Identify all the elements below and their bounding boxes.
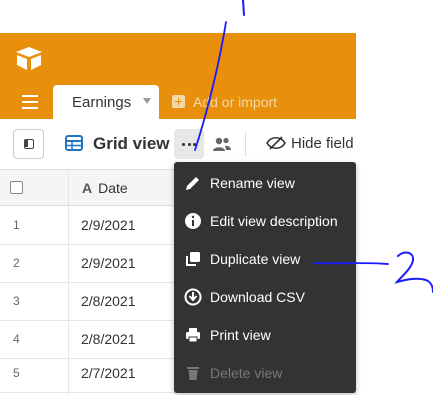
menu-item-label: Print view — [210, 327, 271, 343]
view-menu-button[interactable] — [174, 129, 204, 159]
column-header-label: Date — [98, 180, 128, 196]
app-logo-icon[interactable] — [14, 45, 44, 71]
row-number: 5 — [13, 366, 20, 380]
collaborators-icon[interactable] — [212, 136, 232, 152]
text-field-icon: A — [82, 180, 93, 196]
plus-icon — [172, 95, 185, 108]
row-number: 3 — [13, 294, 20, 308]
tab-earnings[interactable]: Earnings — [53, 85, 159, 119]
menu-item-label: Duplicate view — [210, 251, 301, 267]
menu-item-label: Download CSV — [210, 289, 305, 305]
toolbar-divider — [245, 132, 246, 156]
date-cell[interactable]: 2/7/2021 — [81, 365, 136, 381]
duplicate-icon — [186, 252, 200, 266]
menu-item-duplicate-view[interactable]: Duplicate view — [174, 240, 356, 278]
row-number: 4 — [13, 332, 20, 346]
table-list-menu-icon[interactable] — [22, 95, 38, 109]
menu-item-print-view[interactable]: Print view — [174, 316, 356, 354]
dot — [182, 143, 185, 146]
add-or-import-button[interactable]: Add or import — [172, 94, 277, 110]
date-cell[interactable]: 2/8/2021 — [81, 293, 136, 309]
date-cell[interactable]: 2/9/2021 — [81, 217, 136, 233]
add-or-import-label: Add or import — [193, 94, 278, 110]
dot — [187, 143, 191, 146]
menu-item-rename-view[interactable]: Rename view — [174, 164, 356, 202]
column-divider — [68, 170, 69, 395]
hide-fields-label: Hide field — [291, 135, 354, 152]
select-all-checkbox[interactable] — [10, 181, 23, 194]
grid-view-icon — [65, 135, 83, 151]
row-number: 2 — [13, 256, 20, 270]
sidebar-toggle-button[interactable] — [13, 129, 44, 159]
view-name[interactable]: Grid view — [93, 134, 170, 154]
download-icon — [184, 288, 202, 306]
menu-item-label: Edit view description — [210, 213, 338, 229]
column-header-date[interactable]: A Date — [82, 180, 128, 196]
dot — [193, 143, 196, 146]
menu-item-edit-view-description[interactable]: Edit view description — [174, 202, 356, 240]
menu-item-label: Delete view — [210, 365, 283, 381]
date-cell[interactable]: 2/8/2021 — [81, 331, 136, 347]
date-cell[interactable]: 2/9/2021 — [81, 255, 136, 271]
tab-earnings-label: Earnings — [72, 94, 132, 111]
menu-item-label: Rename view — [210, 175, 295, 191]
app-window: Earnings Add or import Grid view Hide fi… — [0, 0, 356, 395]
info-icon — [185, 213, 201, 229]
hide-fields-button[interactable]: Hide field — [266, 135, 354, 152]
chevron-down-icon[interactable] — [143, 98, 151, 104]
row-number: 1 — [13, 218, 20, 232]
menu-item-delete-view: Delete view — [174, 354, 356, 392]
pencil-icon — [186, 177, 199, 190]
view-options-menu: Rename view Edit view description Duplic… — [174, 162, 356, 393]
eye-slash-icon — [266, 136, 286, 150]
menu-item-download-csv[interactable]: Download CSV — [174, 278, 356, 316]
printer-icon — [186, 328, 200, 343]
trash-icon — [187, 367, 199, 380]
sidebar-icon — [24, 139, 34, 149]
